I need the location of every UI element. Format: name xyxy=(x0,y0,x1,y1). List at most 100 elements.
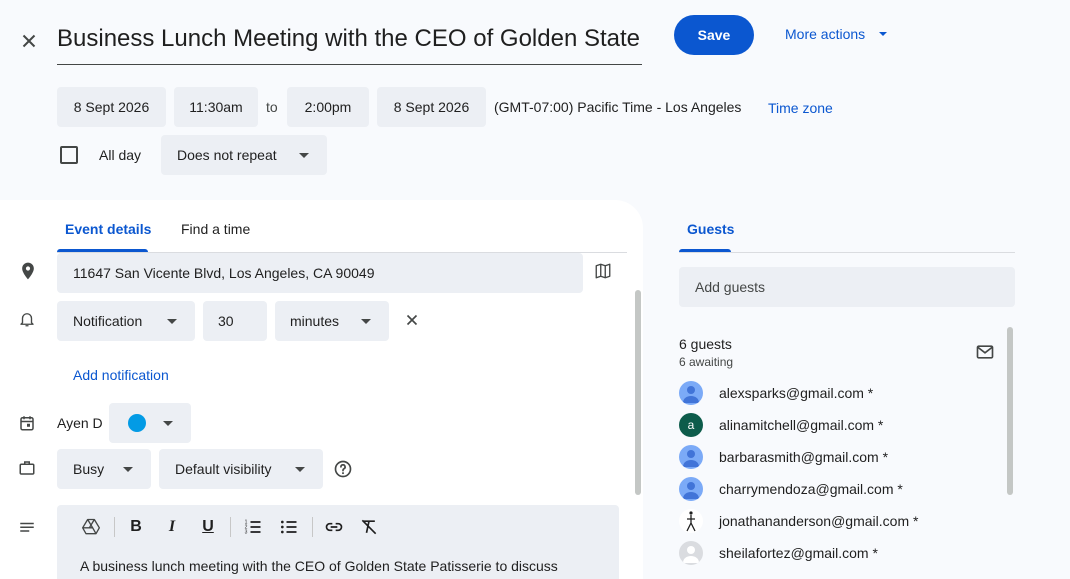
figure-icon xyxy=(686,511,696,532)
email-guests-button[interactable] xyxy=(975,342,995,362)
bulleted-list-icon xyxy=(281,520,297,534)
chevron-down-icon xyxy=(163,421,173,426)
tab-divider xyxy=(679,252,1015,253)
guest-item[interactable]: alexsparks@gmail.com * xyxy=(679,380,873,406)
avatar: a xyxy=(679,413,703,437)
map-icon[interactable] xyxy=(594,262,612,280)
tab-event-details[interactable]: Event details xyxy=(65,221,151,237)
guest-count: 6 guests xyxy=(679,336,732,352)
svg-text:3: 3 xyxy=(245,530,248,536)
all-day-checkbox[interactable] xyxy=(60,146,78,164)
avatar xyxy=(679,381,703,405)
italic-button[interactable]: I xyxy=(160,515,184,539)
calendar-color-dropdown[interactable] xyxy=(109,403,191,443)
drive-button[interactable] xyxy=(79,515,103,539)
clear-formatting-button[interactable] xyxy=(357,515,381,539)
toolbar-divider xyxy=(312,517,313,537)
calendar-color-swatch xyxy=(128,414,146,432)
toolbar-divider xyxy=(114,517,115,537)
mail-icon xyxy=(976,345,994,359)
save-button[interactable]: Save xyxy=(674,15,754,55)
calendar-owner: Ayen D xyxy=(57,415,103,431)
start-time-value: 11:30am xyxy=(189,99,243,115)
link-button[interactable] xyxy=(322,515,346,539)
end-time-value: 2:00pm xyxy=(304,99,352,115)
remove-notification-button[interactable] xyxy=(403,311,421,329)
underline-icon: U xyxy=(202,518,214,535)
more-actions-label: More actions xyxy=(785,26,866,42)
numbered-list-icon: 123 xyxy=(245,520,261,536)
all-day-label: All day xyxy=(99,147,142,163)
guest-email: sheilafortez@gmail.com * xyxy=(719,545,878,561)
underline-button[interactable]: U xyxy=(196,515,220,539)
end-date-field[interactable]: 8 Sept 2026 xyxy=(377,87,486,127)
help-icon[interactable] xyxy=(333,459,353,479)
guest-item[interactable]: barbarasmith@gmail.com * xyxy=(679,444,888,470)
close-icon xyxy=(406,314,418,326)
avatar xyxy=(679,445,703,469)
notification-type-value: Notification xyxy=(73,313,143,329)
notification-unit-dropdown[interactable]: minutes xyxy=(275,301,389,341)
numbered-list-button[interactable]: 123 xyxy=(241,515,265,539)
chevron-down-icon xyxy=(295,467,305,472)
notification-type-dropdown[interactable]: Notification xyxy=(57,301,195,341)
save-label: Save xyxy=(697,27,731,43)
add-notification-link[interactable]: Add notification xyxy=(73,367,169,383)
person-icon xyxy=(683,386,699,403)
toolbar-divider xyxy=(230,517,231,537)
event-title-input[interactable]: Business Lunch Meeting with the CEO of G… xyxy=(57,22,642,65)
guest-email: charrymendoza@gmail.com * xyxy=(719,481,903,497)
close-button[interactable] xyxy=(18,30,40,52)
link-icon xyxy=(325,522,343,532)
guest-item[interactable]: charrymendoza@gmail.com * xyxy=(679,476,903,502)
tab-guests[interactable]: Guests xyxy=(687,221,734,237)
avatar xyxy=(679,541,703,565)
start-date-value: 8 Sept 2026 xyxy=(73,99,150,115)
location-pin-icon xyxy=(18,261,38,281)
chevron-down-icon xyxy=(361,319,371,324)
add-guests-input[interactable]: Add guests xyxy=(679,267,1015,307)
end-time-field[interactable]: 2:00pm xyxy=(287,87,369,127)
visibility-value: Default visibility xyxy=(175,461,272,477)
guest-awaiting: 6 awaiting xyxy=(679,355,734,369)
timezone-link[interactable]: Time zone xyxy=(768,100,833,116)
guest-email: barbarasmith@gmail.com * xyxy=(719,449,889,465)
notification-value-input[interactable]: 30 xyxy=(203,301,267,341)
timezone-text: (GMT-07:00) Pacific Time - Los Angeles xyxy=(494,99,742,115)
description-icon xyxy=(18,519,36,537)
availability-value: Busy xyxy=(73,461,105,477)
chevron-down-icon xyxy=(167,319,177,324)
avatar xyxy=(679,477,703,501)
guest-item[interactable]: sheilafortez@gmail.com * xyxy=(679,540,878,566)
start-date-field[interactable]: 8 Sept 2026 xyxy=(57,87,166,127)
bell-icon xyxy=(18,310,36,328)
visibility-dropdown[interactable]: Default visibility xyxy=(159,449,323,489)
avatar-initial: a xyxy=(687,418,695,432)
tab-find-a-time[interactable]: Find a time xyxy=(181,221,250,237)
avatar xyxy=(679,509,703,533)
person-icon xyxy=(683,546,699,563)
guest-email: alinamitchell@gmail.com * xyxy=(719,417,884,433)
end-date-value: 8 Sept 2026 xyxy=(393,99,470,115)
guest-item[interactable]: jonathananderson@gmail.com * xyxy=(679,508,918,534)
drive-icon xyxy=(82,518,101,535)
repeat-value: Does not repeat xyxy=(177,147,277,163)
chevron-down-icon xyxy=(879,32,888,36)
notification-unit-value: minutes xyxy=(290,313,340,329)
bold-button[interactable]: B xyxy=(124,515,148,539)
repeat-dropdown[interactable]: Does not repeat xyxy=(161,135,327,175)
notification-value: 30 xyxy=(218,313,234,329)
location-input[interactable]: 11647 San Vicente Blvd, Los Angeles, CA … xyxy=(57,253,583,293)
more-actions-button[interactable]: More actions xyxy=(785,22,888,46)
description-text: A business lunch meeting with the CEO of… xyxy=(80,558,558,574)
person-icon xyxy=(683,450,699,467)
chevron-down-icon xyxy=(299,153,309,158)
details-scrollbar[interactable] xyxy=(635,290,641,495)
guest-item[interactable]: a alinamitchell@gmail.com * xyxy=(679,412,883,438)
start-time-field[interactable]: 11:30am xyxy=(174,87,258,127)
availability-dropdown[interactable]: Busy xyxy=(57,449,151,489)
person-icon xyxy=(683,482,699,499)
bulleted-list-button[interactable] xyxy=(277,515,301,539)
guests-scrollbar[interactable] xyxy=(1007,327,1013,495)
calendar-icon xyxy=(18,414,36,432)
